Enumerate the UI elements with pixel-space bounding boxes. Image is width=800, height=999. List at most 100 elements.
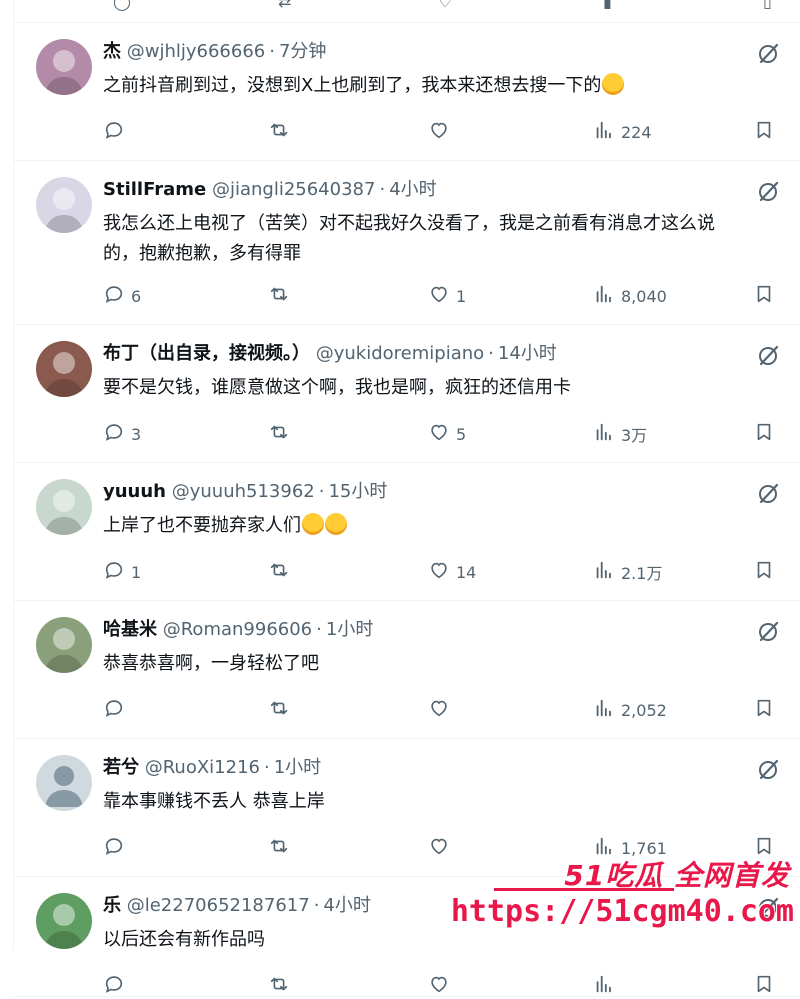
reply-button[interactable] — [103, 835, 131, 861]
post-time[interactable]: 4小时 — [323, 895, 370, 916]
user-handle[interactable]: @RuoXi1216 — [145, 757, 260, 778]
separator-dot: · — [313, 895, 320, 916]
avatar[interactable] — [36, 39, 92, 95]
views-button[interactable]: 8,040 — [593, 283, 667, 309]
display-name[interactable]: 若兮 — [103, 757, 139, 778]
grok-icon[interactable] — [756, 342, 782, 368]
grok-icon[interactable] — [756, 178, 782, 204]
separator-dot: · — [269, 41, 275, 62]
reply-post[interactable]: 杰 @wjhljy666666 · 7分钟 之前抖音刷到过，没想到X上也刷到了，我本来… — [14, 23, 800, 161]
bookmark-icon[interactable]: ▯ — [763, 0, 772, 11]
bookmark-button[interactable] — [753, 559, 775, 585]
user-handle[interactable]: @yuuuh513962 — [172, 481, 315, 502]
reply-post[interactable]: 哈基米 @Roman996606 · 1小时 恭喜恭喜啊，一身轻松了吧 2,052 — [14, 601, 800, 739]
reply-count: 3 — [131, 424, 142, 444]
repost-button[interactable] — [268, 421, 296, 447]
like-button[interactable]: 5 — [428, 421, 466, 447]
post-time[interactable]: 1小时 — [274, 757, 321, 778]
post-text-content: 之前抖音刷到过，没想到X上也刷到了，我本来还想去搜一下的 — [103, 75, 602, 96]
display-name[interactable]: 哈基米 — [103, 619, 157, 640]
view-count: 3万 — [621, 426, 648, 445]
post-time[interactable]: 15小时 — [328, 481, 387, 502]
avatar[interactable] — [36, 755, 92, 811]
bookmark-button[interactable] — [753, 697, 775, 723]
repost-button[interactable] — [268, 119, 296, 145]
reply-button[interactable]: 3 — [103, 421, 141, 447]
display-name[interactable]: 杰 — [103, 41, 121, 62]
avatar[interactable] — [36, 479, 92, 535]
post-header: yuuuh @yuuuh513962 · 15小时 — [103, 480, 800, 504]
avatar[interactable] — [36, 341, 92, 397]
heart-icon — [428, 283, 450, 309]
avatar[interactable] — [36, 893, 92, 949]
reply-post[interactable]: StillFrame @jiangli25640387 · 4小时我怎么还上电视了（… — [14, 161, 800, 325]
display-name[interactable]: 布丁（出自录，接视频。） — [103, 343, 310, 364]
repost-button[interactable] — [268, 835, 296, 861]
separator-dot: · — [379, 179, 386, 200]
post-header: 哈基米 @Roman996606 · 1小时 — [103, 618, 800, 642]
watermark: 51吃瓜 全网首发 https://51cgm40.com — [451, 854, 794, 942]
views-button[interactable]: 3万 — [593, 421, 647, 447]
post-text: 要不是欠钱，谁愿意做这个啊，我也是啊，疯狂的还信用卡 — [103, 373, 800, 403]
bookmark-button[interactable] — [753, 283, 775, 309]
user-handle[interactable]: @jiangli25640387 — [212, 179, 376, 200]
like-count: 1 — [456, 286, 467, 306]
reply-post[interactable]: 布丁（出自录，接视频。） @yukidoremipiano · 14小时 要不是欠钱，… — [14, 325, 800, 463]
like-button[interactable]: 1 — [428, 283, 466, 309]
reply-icon — [103, 421, 125, 447]
like-count: 5 — [456, 424, 467, 444]
like-button[interactable] — [428, 835, 456, 861]
repost-button[interactable] — [268, 283, 296, 309]
grok-icon[interactable] — [756, 756, 782, 782]
post-time[interactable]: 4小时 — [389, 179, 436, 200]
user-handle[interactable]: @yukidoremipiano — [316, 343, 484, 364]
like-button[interactable] — [428, 697, 456, 723]
post-text-content: 要不是欠钱，谁愿意做这个啊，我也是啊，疯狂的还信用卡 — [103, 377, 571, 398]
reply-icon[interactable]: ◯ — [113, 0, 131, 11]
avatar[interactable] — [36, 177, 92, 233]
user-handle[interactable]: @le2270652187617 — [127, 895, 310, 916]
separator-dot: · — [318, 481, 325, 502]
avatar[interactable] — [36, 617, 92, 673]
repost-button[interactable] — [268, 697, 296, 723]
bookmark-button[interactable] — [753, 119, 775, 145]
grok-icon[interactable] — [756, 618, 782, 644]
grok-icon[interactable] — [756, 40, 782, 66]
user-handle[interactable]: @Roman996606 — [163, 619, 312, 640]
reply-button[interactable] — [103, 697, 131, 723]
repost-icon[interactable]: ⇄ — [278, 0, 291, 11]
reply-icon — [103, 973, 125, 999]
views-button[interactable]: 2.1万 — [593, 559, 662, 585]
reply-post[interactable]: yuuuh @yuuuh513962 · 15小时 上岸了也不要抛弃家人们 1 14 2.1… — [14, 463, 800, 601]
views-icon[interactable]: ▮ — [603, 0, 612, 11]
repost-button[interactable] — [268, 973, 296, 999]
reply-button[interactable]: 1 — [103, 559, 141, 585]
repost-button[interactable] — [268, 559, 296, 585]
user-handle[interactable]: @wjhljy666666 — [127, 41, 266, 62]
bookmark-button[interactable] — [753, 973, 775, 999]
reply-button[interactable] — [103, 973, 131, 999]
display-name[interactable]: StillFrame — [103, 179, 206, 200]
reply-button[interactable] — [103, 119, 131, 145]
like-button[interactable] — [428, 119, 456, 145]
post-time[interactable]: 1小时 — [326, 619, 373, 640]
like-icon[interactable]: ♡ — [438, 0, 452, 11]
post-header: 布丁（出自录，接视频。） @yukidoremipiano · 14小时 — [103, 342, 800, 366]
display-name[interactable]: 乐 — [103, 895, 121, 916]
reply-button[interactable]: 6 — [103, 283, 141, 309]
views-bar-icon — [593, 421, 615, 447]
grok-icon[interactable] — [756, 480, 782, 506]
views-button[interactable]: 224 — [593, 119, 652, 145]
post-text-content: 上岸了也不要抛弃家人们 — [103, 515, 301, 536]
post-time[interactable]: 14小时 — [498, 343, 557, 364]
views-button[interactable]: 2,052 — [593, 697, 667, 723]
post-time[interactable]: 7分钟 — [279, 41, 326, 62]
display-name[interactable]: yuuuh — [103, 481, 166, 502]
bookmark-button[interactable] — [753, 421, 775, 447]
like-button[interactable] — [428, 973, 456, 999]
reply-icon — [103, 283, 125, 309]
like-button[interactable]: 14 — [428, 559, 476, 585]
post-text: 我怎么还上电视了（苦笑）对不起我好久没看了，我是之前看有消息才这么说 的，抱歉抱… — [103, 209, 800, 269]
views-button[interactable] — [593, 973, 621, 999]
post-header: 杰 @wjhljy666666 · 7分钟 — [103, 40, 800, 64]
